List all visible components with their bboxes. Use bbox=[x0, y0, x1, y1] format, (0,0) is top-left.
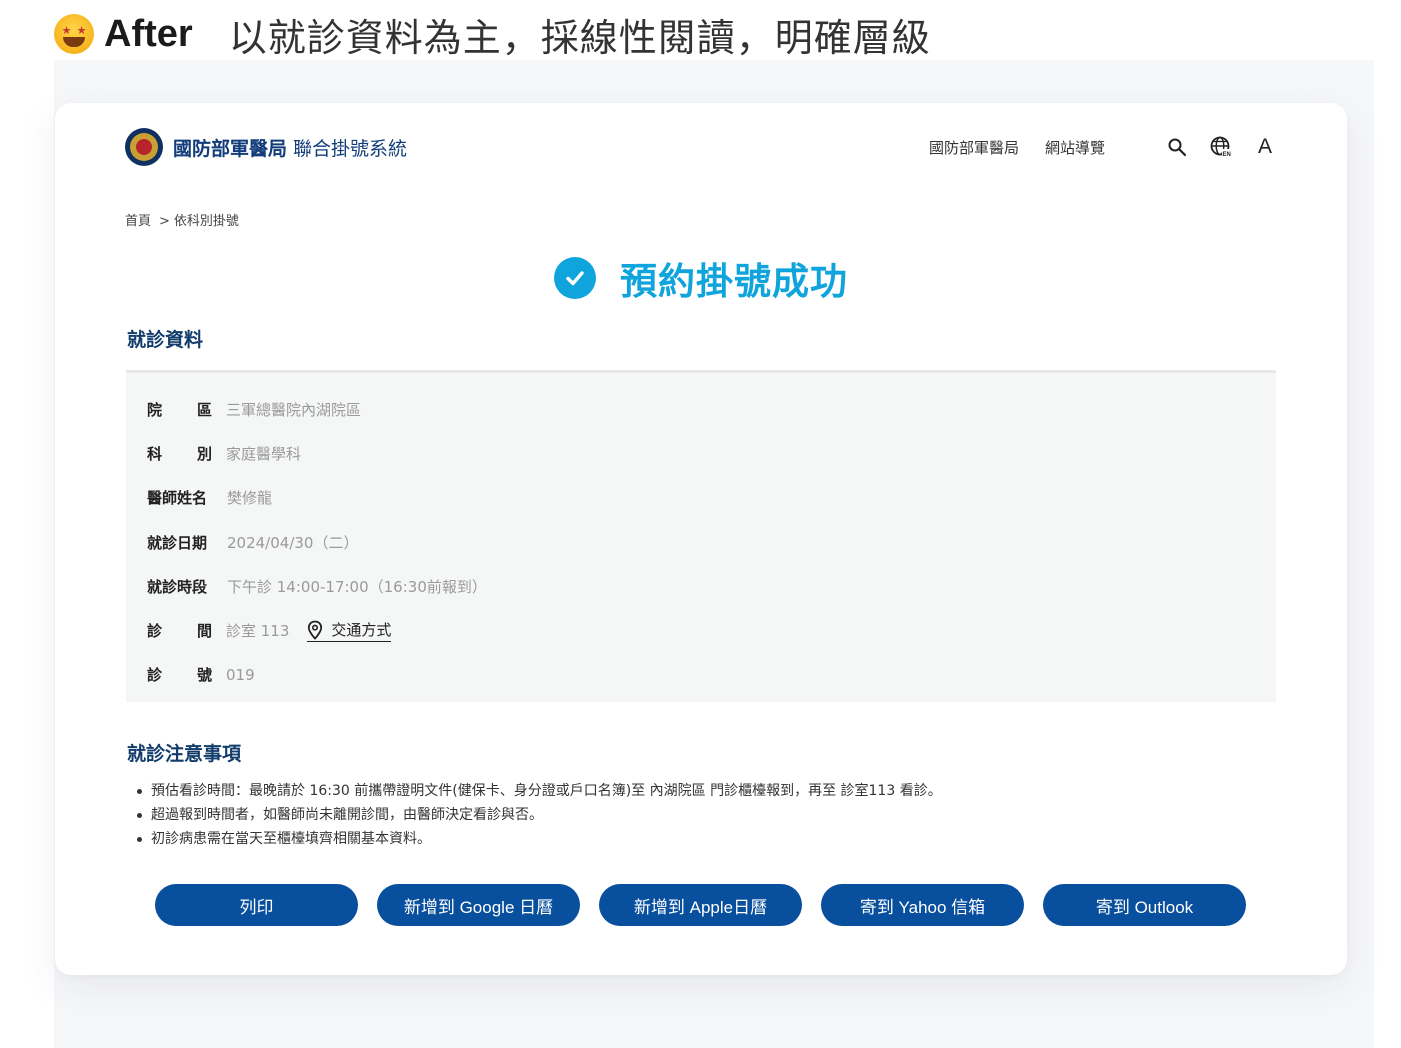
star-struck-face-icon: ★ ★ bbox=[54, 14, 94, 54]
font-size-icon[interactable]: A bbox=[1253, 135, 1277, 159]
info-row-campus: 院區 三軍總醫院內湖院區 bbox=[147, 387, 1276, 431]
notes-list: 預估看診時間：最晚請於 16:30 前攜帶證明文件(健保卡、身分證或戶口名簿)至… bbox=[135, 779, 942, 851]
page-card: 國防部軍醫局 聯合掛號系統 國防部軍醫局 網站導覽 EN A 首頁 > 依科別掛號 … bbox=[55, 103, 1347, 975]
nav-link-sitemap[interactable]: 網站導覽 bbox=[1045, 137, 1105, 158]
info-row-room: 診間 診室 113 交通方式 bbox=[147, 608, 1276, 652]
transport-link[interactable]: 交通方式 bbox=[307, 619, 392, 643]
add-google-calendar-button[interactable]: 新增到 Google 日曆 bbox=[377, 884, 580, 926]
list-item: 預估看診時間：最晚請於 16:30 前攜帶證明文件(健保卡、身分證或戶口名簿)至… bbox=[135, 779, 942, 803]
list-item: 超過報到時間者，如醫師尚未離開診間，由醫師決定看診與否。 bbox=[135, 803, 942, 827]
action-buttons: 列印 新增到 Google 日曆 新增到 Apple日曆 寄到 Yahoo 信箱… bbox=[155, 884, 1246, 926]
visit-info-title: 就診資料 bbox=[127, 329, 204, 351]
info-row-number: 診號 019 bbox=[147, 653, 1276, 697]
nav-link-military-medical[interactable]: 國防部軍醫局 bbox=[929, 137, 1019, 158]
info-value-number: 019 bbox=[226, 665, 255, 684]
info-row-date: 就診日期 2024/04/30（二） bbox=[147, 520, 1276, 564]
top-nav: 國防部軍醫局 網站導覽 EN A bbox=[903, 135, 1277, 159]
info-label: 醫師姓名 bbox=[147, 489, 208, 508]
info-value-campus: 三軍總醫院內湖院區 bbox=[226, 400, 362, 419]
site-header: 國防部軍醫局 聯合掛號系統 國防部軍醫局 網站導覽 EN A bbox=[125, 127, 1277, 167]
info-row-doctor: 醫師姓名 樊修龍 bbox=[147, 476, 1276, 520]
add-apple-calendar-button[interactable]: 新增到 Apple日曆 bbox=[599, 884, 802, 926]
globe-language-icon[interactable]: EN bbox=[1209, 135, 1233, 159]
info-label: 就診日期 bbox=[147, 533, 208, 552]
send-yahoo-mail-button[interactable]: 寄到 Yahoo 信箱 bbox=[821, 884, 1024, 926]
heading-tag: After bbox=[104, 12, 193, 55]
breadcrumb-separator: > bbox=[159, 214, 170, 229]
brand-main[interactable]: 國防部軍醫局 bbox=[173, 134, 287, 161]
breadcrumb: 首頁 > 依科別掛號 bbox=[125, 210, 239, 229]
info-value-session: 下午診 14:00-17:00（16:30前報到） bbox=[227, 577, 487, 596]
info-value-department: 家庭醫學科 bbox=[226, 444, 302, 463]
print-button[interactable]: 列印 bbox=[155, 884, 358, 926]
list-item: 初診病患需在當天至櫃檯填齊相關基本資料。 bbox=[135, 827, 942, 851]
info-label: 診間 bbox=[147, 622, 212, 641]
info-label: 院區 bbox=[147, 400, 212, 419]
success-title: 預約掛號成功 bbox=[620, 260, 848, 303]
visit-info-panel: 院區 三軍總醫院內湖院區 科別 家庭醫學科 醫師姓名 樊修龍 就診日期 2024… bbox=[126, 370, 1276, 702]
breadcrumb-current: 依科別掛號 bbox=[173, 214, 239, 229]
check-circle-icon bbox=[554, 257, 596, 299]
success-banner: 預約掛號成功 bbox=[55, 251, 1347, 305]
info-row-department: 科別 家庭醫學科 bbox=[147, 431, 1276, 475]
info-value-room: 診室 113 bbox=[226, 622, 290, 641]
brand-sub[interactable]: 聯合掛號系統 bbox=[293, 134, 407, 161]
info-label: 就診時段 bbox=[147, 577, 208, 596]
comparison-heading: ★ ★ After 以就診資料為主，採線性閱讀，明確層級 bbox=[54, 8, 931, 60]
info-value-date: 2024/04/30（二） bbox=[227, 533, 359, 552]
info-value-doctor: 樊修龍 bbox=[227, 489, 273, 508]
svg-text:EN: EN bbox=[1223, 152, 1231, 158]
notes-title: 就診注意事項 bbox=[127, 743, 242, 765]
breadcrumb-home[interactable]: 首頁 bbox=[125, 214, 151, 229]
site-logo-icon[interactable] bbox=[125, 128, 163, 166]
transport-link-label[interactable]: 交通方式 bbox=[331, 619, 391, 640]
send-outlook-button[interactable]: 寄到 Outlook bbox=[1043, 884, 1246, 926]
heading-description: 以就診資料為主，採線性閱讀，明確層級 bbox=[228, 15, 931, 60]
search-icon[interactable] bbox=[1165, 135, 1189, 159]
info-row-session: 就診時段 下午診 14:00-17:00（16:30前報到） bbox=[147, 564, 1276, 608]
info-label: 診號 bbox=[147, 666, 212, 685]
header-tools: EN A bbox=[1145, 135, 1277, 159]
map-pin-icon bbox=[308, 620, 323, 640]
info-label: 科別 bbox=[147, 444, 212, 463]
